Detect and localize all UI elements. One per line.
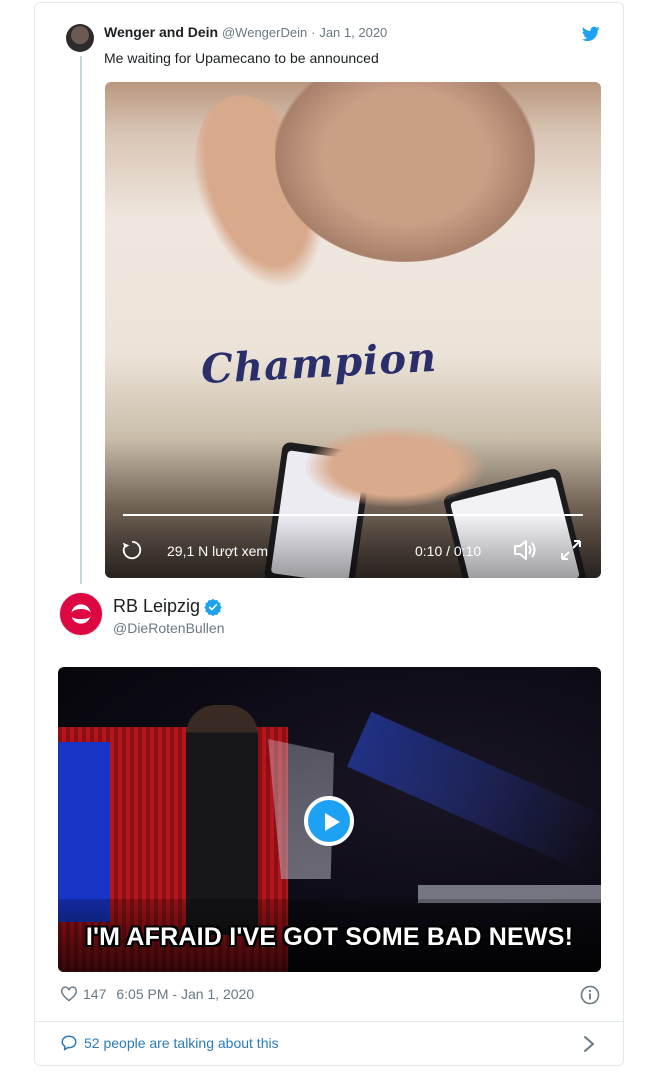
conversation-link[interactable]: 52 people are talking about this <box>60 1034 279 1052</box>
volume-icon[interactable] <box>511 537 537 563</box>
divider <box>35 1021 623 1022</box>
video-frame-blue-light <box>58 742 110 922</box>
replay-icon[interactable] <box>121 539 143 561</box>
main-author-name[interactable]: RB Leipzig <box>113 596 200 617</box>
header-separator: · <box>311 25 316 40</box>
tweet-timestamp[interactable]: 6:05 PM - Jan 1, 2020 <box>116 986 254 1002</box>
quoted-tweet-text: Me waiting for Upamecano to be announced <box>104 50 379 66</box>
verified-badge-icon <box>204 598 222 616</box>
heart-icon[interactable] <box>60 986 78 1002</box>
main-author-name-row[interactable]: RB Leipzig <box>113 596 222 617</box>
play-icon <box>325 813 340 831</box>
video-frame-hand <box>305 427 485 507</box>
thread-line <box>80 56 82 584</box>
main-author-handle[interactable]: @DieRotenBullen <box>113 620 225 636</box>
quoted-author-handle[interactable]: @WengerDein <box>222 25 307 40</box>
quoted-author-name[interactable]: Wenger and Dein <box>104 24 218 40</box>
comment-bubble-icon <box>61 1035 77 1051</box>
quoted-video-player[interactable]: Champion 29,1 N lượt xem 0:10 / 0:10 <box>105 82 601 578</box>
conversation-text[interactable]: 52 people are talking about this <box>84 1035 279 1051</box>
video-progress-fill <box>123 514 583 516</box>
view-count: 29,1 N lượt xem <box>167 543 269 559</box>
video-frame-light-beam <box>347 711 601 873</box>
rb-leipzig-avatar[interactable] <box>59 592 103 636</box>
video-time: 0:10 / 0:10 <box>415 543 482 559</box>
quoted-author-avatar[interactable] <box>66 24 94 52</box>
quoted-tweet-date[interactable]: Jan 1, 2020 <box>319 25 387 40</box>
video-progress-bar[interactable] <box>123 514 583 516</box>
sweater-logo-text: Champion <box>199 333 439 394</box>
info-icon[interactable] <box>580 985 600 1005</box>
like-count[interactable]: 147 <box>83 986 106 1002</box>
chevron-right-icon[interactable] <box>582 1035 596 1053</box>
fullscreen-icon[interactable] <box>559 538 583 562</box>
video-caption: I'M AFRAID I'VE GOT SOME BAD NEWS! <box>85 923 574 951</box>
main-video-player[interactable]: I'M AFRAID I'VE GOT SOME BAD NEWS! <box>58 667 601 972</box>
quoted-tweet-header: Wenger and Dein @WengerDein · Jan 1, 202… <box>104 24 387 40</box>
play-button[interactable] <box>304 796 354 846</box>
twitter-bird-icon[interactable] <box>582 26 600 42</box>
tweet-stats: 147 6:05 PM - Jan 1, 2020 <box>60 986 254 1002</box>
